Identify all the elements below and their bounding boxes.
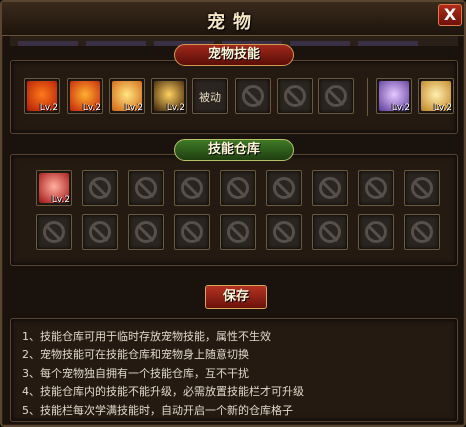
- locked-slot-icon: [43, 221, 65, 243]
- title-bar[interactable]: 宠物 X: [2, 2, 464, 36]
- locked-slot-icon: [227, 177, 249, 199]
- locked-slot-icon: [135, 177, 157, 199]
- storage-locked-slot[interactable]: [128, 214, 164, 250]
- storage-locked-slot[interactable]: [358, 214, 394, 250]
- storage-locked-slot[interactable]: [174, 170, 210, 206]
- storage-locked-slot[interactable]: [220, 214, 256, 250]
- storage-locked-slot[interactable]: [266, 214, 302, 250]
- tab[interactable]: [18, 41, 78, 46]
- skill-level-label: Lv.2: [124, 103, 143, 113]
- storage-locked-slot[interactable]: [128, 170, 164, 206]
- storage-locked-slot[interactable]: [404, 214, 440, 250]
- pet-locked-slot[interactable]: [318, 78, 354, 114]
- pet-locked-slot[interactable]: [235, 78, 271, 114]
- skill-storage-title: 技能仓库: [174, 139, 294, 161]
- notes-list: 1、技能仓库可用于临时存放宠物技能，属性不生效 2、宠物技能可在技能仓库和宠物身…: [22, 328, 452, 420]
- locked-slot-icon: [411, 177, 433, 199]
- pet-locked-slot[interactable]: [277, 78, 313, 114]
- storage-locked-slot[interactable]: [312, 170, 348, 206]
- locked-slot-icon: [135, 221, 157, 243]
- locked-slot-icon: [273, 177, 295, 199]
- locked-slot-icon: [365, 221, 387, 243]
- storage-locked-slot[interactable]: [82, 214, 118, 250]
- locked-slot-icon: [89, 221, 111, 243]
- storage-locked-slot[interactable]: [266, 170, 302, 206]
- skill-level-label: Lv.2: [166, 103, 185, 113]
- close-button[interactable]: X: [438, 4, 462, 26]
- locked-slot-icon: [319, 221, 341, 243]
- note-line: 3、每个宠物独自拥有一个技能仓库，互不干扰: [22, 366, 249, 380]
- divider: [367, 78, 368, 116]
- locked-slot-icon: [181, 177, 203, 199]
- locked-slot-icon: [284, 85, 306, 107]
- storage-locked-slot[interactable]: [358, 170, 394, 206]
- pet-skill-slot[interactable]: Lv.2: [151, 78, 187, 114]
- locked-slot-icon: [89, 177, 111, 199]
- skill-level-label: Lv.2: [51, 195, 70, 205]
- note-line: 2、宠物技能可在技能仓库和宠物身上随意切换: [22, 348, 249, 362]
- storage-locked-slot[interactable]: [404, 170, 440, 206]
- pet-skill-slot[interactable]: Lv.2: [376, 78, 412, 114]
- pet-window: 宠物 X 宠物技能 Lv.2 Lv.2 Lv.2 Lv.2 被动 Lv.2 Lv.2 技能仓…: [0, 0, 466, 427]
- pet-skill-slot[interactable]: Lv.2: [109, 78, 145, 114]
- locked-slot-icon: [273, 221, 295, 243]
- locked-slot-icon: [227, 221, 249, 243]
- locked-slot-icon: [319, 177, 341, 199]
- pet-passive-slot[interactable]: 被动: [192, 78, 228, 114]
- locked-slot-icon: [242, 85, 264, 107]
- storage-locked-slot[interactable]: [82, 170, 118, 206]
- pet-skill-slot[interactable]: Lv.2: [418, 78, 454, 114]
- pet-skill-slot[interactable]: Lv.2: [24, 78, 60, 114]
- note-line: 1、技能仓库可用于临时存放宠物技能，属性不生效: [22, 330, 271, 343]
- passive-label: 被动: [199, 91, 221, 104]
- skill-level-label: Lv.2: [433, 103, 452, 113]
- window-title: 宠物: [207, 12, 259, 33]
- storage-skill-slot[interactable]: Lv.2: [36, 170, 72, 206]
- storage-locked-slot[interactable]: [36, 214, 72, 250]
- tab[interactable]: [86, 41, 146, 46]
- skill-level-label: Lv.2: [39, 103, 58, 113]
- skill-level-label: Lv.2: [391, 103, 410, 113]
- note-line: 4、技能仓库内的技能不能升级，必需放置技能栏才可升级: [22, 385, 304, 399]
- skill-level-label: Lv.2: [82, 103, 101, 113]
- locked-slot-icon: [181, 221, 203, 243]
- note-line: 5、技能栏每次学满技能时，自动开启一个新的仓库格子: [22, 403, 293, 417]
- locked-slot-icon: [365, 177, 387, 199]
- storage-locked-slot[interactable]: [312, 214, 348, 250]
- save-button[interactable]: 保存: [205, 285, 267, 309]
- locked-slot-icon: [411, 221, 433, 243]
- locked-slot-icon: [325, 85, 347, 107]
- pet-skills-title: 宠物技能: [174, 44, 294, 66]
- storage-locked-slot[interactable]: [220, 170, 256, 206]
- pet-skill-slot[interactable]: Lv.2: [67, 78, 103, 114]
- tab[interactable]: [290, 41, 350, 46]
- storage-locked-slot[interactable]: [174, 214, 210, 250]
- tab[interactable]: [358, 41, 418, 46]
